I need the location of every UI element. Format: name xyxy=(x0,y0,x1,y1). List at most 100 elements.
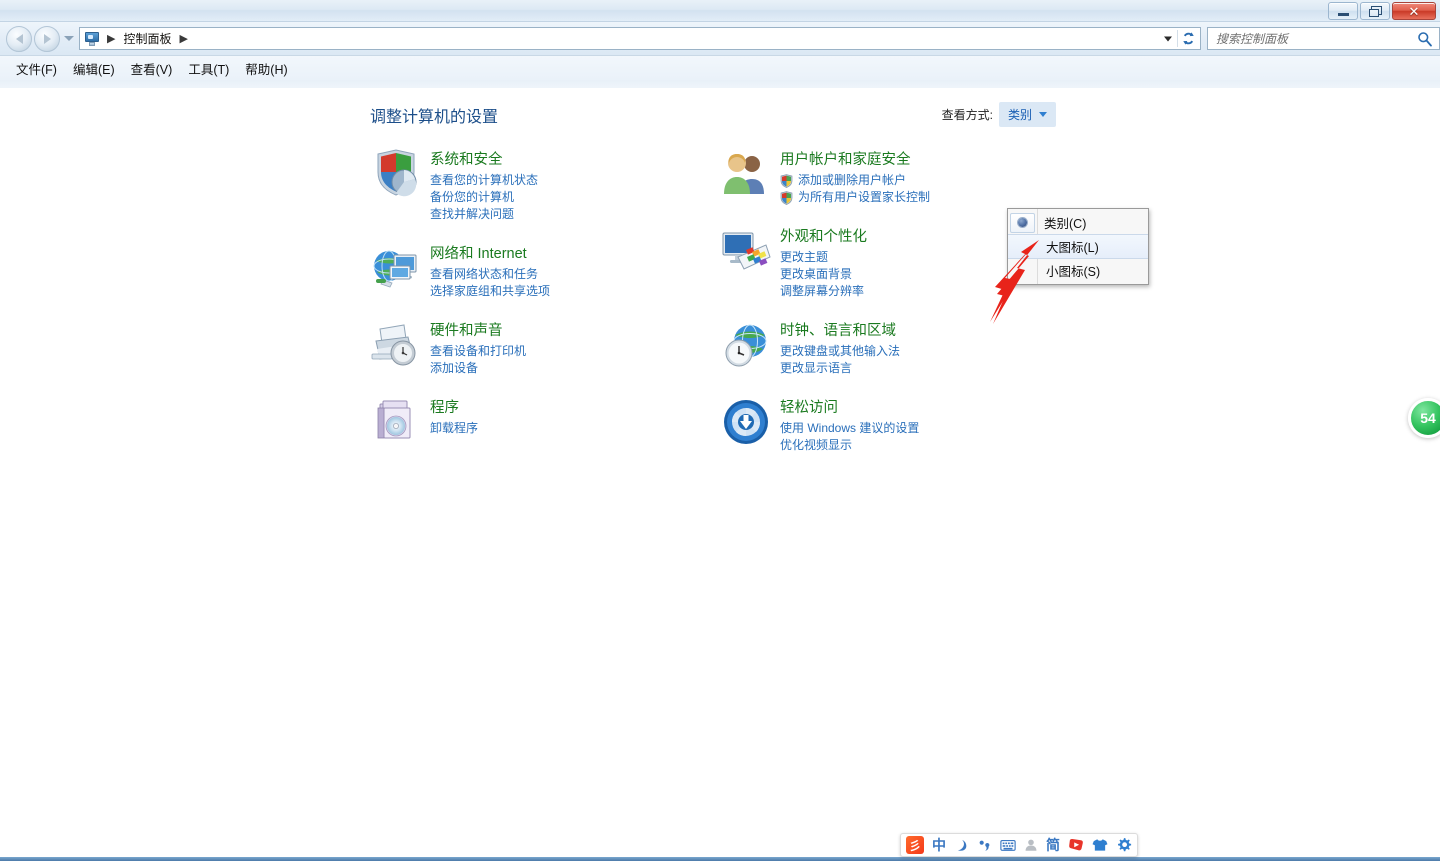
category-clock-language-and-region-link-0[interactable]: 更改键盘或其他输入法 xyxy=(780,343,900,360)
skin-shirt-icon[interactable] xyxy=(1092,835,1108,855)
category-appearance-and-personalization-title[interactable]: 外观和个性化 xyxy=(780,225,867,246)
menu-tools[interactable]: 工具(T) xyxy=(180,57,237,80)
moon-icon[interactable] xyxy=(954,835,969,855)
category-system-and-security-link-0[interactable]: 查看您的计算机状态 xyxy=(430,172,538,189)
category-clock-language-and-region: 时钟、语言和区域更改键盘或其他输入法 更改显示语言 xyxy=(720,317,990,377)
search-box[interactable]: 搜索控制面板 xyxy=(1207,27,1440,50)
category-programs-title[interactable]: 程序 xyxy=(430,396,478,417)
category-appearance-and-personalization-link-2[interactable]: 调整屏幕分辨率 xyxy=(780,283,867,300)
chinese-mode-icon[interactable]: 中 xyxy=(932,835,946,855)
address-input[interactable]: ▶ 控制面板 ▶ xyxy=(79,27,1201,50)
category-user-accounts-and-family-safety-body: 用户帐户和家庭安全 添加或删除用户帐户 为所有用户设置家长控制 xyxy=(780,146,930,206)
taskbar-strip xyxy=(0,857,1440,861)
radio-dot-icon xyxy=(1018,218,1027,227)
category-ease-of-access-link-0[interactable]: 使用 Windows 建议的设置 xyxy=(780,420,919,437)
page-title: 调整计算机的设置 xyxy=(370,109,499,126)
category-user-accounts-and-family-safety-link-text-0: 添加或删除用户帐户 xyxy=(798,173,907,187)
category-ease-of-access-title[interactable]: 轻松访问 xyxy=(780,396,919,417)
menu-icon-slot xyxy=(1008,259,1037,282)
refresh-button[interactable] xyxy=(1178,29,1199,48)
history-dropdown-icon[interactable] xyxy=(64,36,74,41)
sogou-logo-icon[interactable]: 彡 xyxy=(906,835,924,855)
breadcrumb-control-panel[interactable]: 控制面板 xyxy=(121,29,173,48)
category-hardware-and-sound-link-0[interactable]: 查看设备和打印机 xyxy=(430,343,526,360)
search-icon xyxy=(1417,31,1433,52)
monitor-palette-icon xyxy=(720,225,772,277)
ease-of-access-icon xyxy=(720,396,772,448)
category-ease-of-access-link-1[interactable]: 优化视频显示 xyxy=(780,437,919,454)
close-icon: ✕ xyxy=(1408,3,1420,19)
category-clock-language-and-region-link-1[interactable]: 更改显示语言 xyxy=(780,360,900,377)
address-dropdown-icon[interactable] xyxy=(1164,36,1172,41)
view-option-category[interactable]: 类别(C) xyxy=(1008,211,1148,234)
category-system-and-security-body: 系统和安全查看您的计算机状态 备份您的计算机 查找并解决问题 xyxy=(430,146,538,223)
category-programs-link-text-0: 卸载程序 xyxy=(430,421,479,435)
category-ease-of-access: 轻松访问使用 Windows 建议的设置 优化视频显示 xyxy=(720,394,990,454)
category-hardware-and-sound-link-text-0: 查看设备和打印机 xyxy=(430,344,527,358)
search-input[interactable]: 搜索控制面板 xyxy=(1216,30,1288,47)
category-system-and-security-link-2[interactable]: 查找并解决问题 xyxy=(430,206,538,223)
minimize-button[interactable] xyxy=(1328,2,1358,20)
globe-clock-icon xyxy=(720,319,772,371)
menu-help[interactable]: 帮助(H) xyxy=(237,57,295,80)
ime-toolbar[interactable]: 彡中 简 xyxy=(900,833,1138,857)
video-icon[interactable] xyxy=(1068,835,1084,855)
category-user-accounts-and-family-safety-link-0[interactable]: 添加或删除用户帐户 xyxy=(780,172,930,189)
globe-monitor-icon xyxy=(370,242,422,294)
shield-pie-icon xyxy=(370,148,422,200)
category-hardware-and-sound: 硬件和声音查看设备和打印机 添加设备 xyxy=(370,317,670,377)
category-network-and-internet-link-0[interactable]: 查看网络状态和任务 xyxy=(430,266,550,283)
category-user-accounts-and-family-safety-link-1[interactable]: 为所有用户设置家长控制 xyxy=(780,189,930,206)
refresh-icon xyxy=(1183,32,1194,45)
soft-keyboard-icon[interactable] xyxy=(1000,835,1016,855)
category-system-and-security-link-1[interactable]: 备份您的计算机 xyxy=(430,189,538,206)
category-appearance-and-personalization-link-1[interactable]: 更改桌面背景 xyxy=(780,266,867,283)
control-panel-icon xyxy=(84,31,101,47)
restore-button[interactable] xyxy=(1360,2,1390,20)
category-user-accounts-and-family-safety-link-text-1: 为所有用户设置家长控制 xyxy=(798,190,931,204)
category-clock-language-and-region-title[interactable]: 时钟、语言和区域 xyxy=(780,319,900,340)
category-ease-of-access-link-text-1: 优化视频显示 xyxy=(780,438,853,452)
menu-icon-slot xyxy=(1008,235,1037,258)
menu-view[interactable]: 查看(V) xyxy=(123,57,181,80)
user-icon[interactable] xyxy=(1024,835,1038,855)
simplified-mode-icon[interactable]: 简 xyxy=(1046,835,1060,855)
view-option-small-icons[interactable]: 小图标(S) xyxy=(1008,259,1148,282)
category-network-and-internet-link-text-1: 选择家庭组和共享选项 xyxy=(430,284,551,298)
category-appearance-and-personalization: 外观和个性化更改主题 更改桌面背景 调整屏幕分辨率 xyxy=(720,223,990,300)
category-network-and-internet-link-1[interactable]: 选择家庭组和共享选项 xyxy=(430,283,550,300)
category-clock-language-and-region-link-text-1: 更改显示语言 xyxy=(780,361,853,375)
menu-edit[interactable]: 编辑(E) xyxy=(65,57,123,80)
green-count-badge[interactable]: 54 xyxy=(1408,398,1440,438)
close-button[interactable]: ✕ xyxy=(1392,2,1436,20)
category-hardware-and-sound-title[interactable]: 硬件和声音 xyxy=(430,319,526,340)
breadcrumb-separator-1[interactable]: ▶ xyxy=(179,32,187,45)
category-system-and-security-title[interactable]: 系统和安全 xyxy=(430,148,538,169)
radio-selected-icon xyxy=(1010,212,1035,233)
menu-bar: 文件(F) 编辑(E) 查看(V) 工具(T) 帮助(H) xyxy=(0,56,1440,80)
settings-gear-icon[interactable] xyxy=(1116,835,1132,855)
view-by-label: 查看方式: xyxy=(941,108,993,122)
view-option-category-label: 类别(C) xyxy=(1044,217,1087,231)
category-hardware-and-sound-body: 硬件和声音查看设备和打印机 添加设备 xyxy=(430,317,526,377)
main-content: 调整计算机的设置 查看方式: 类别 系统和安全查看您的计算机状态 备份您的计算机查… xyxy=(0,88,1440,861)
category-appearance-and-personalization-link-text-1: 更改桌面背景 xyxy=(780,267,853,281)
minimize-icon xyxy=(1337,13,1349,16)
menu-file[interactable]: 文件(F) xyxy=(8,57,65,80)
back-button[interactable] xyxy=(6,25,32,52)
category-column-left: 系统和安全查看您的计算机状态 备份您的计算机 查找并解决问题 网络和 Interne… xyxy=(370,146,670,465)
category-hardware-and-sound-link-1[interactable]: 添加设备 xyxy=(430,360,526,377)
address-bar-row: ▶ 控制面板 ▶ 搜索控制面板 xyxy=(0,22,1440,56)
category-network-and-internet-link-text-0: 查看网络状态和任务 xyxy=(430,267,539,281)
category-user-accounts-and-family-safety-title[interactable]: 用户帐户和家庭安全 xyxy=(780,148,930,169)
category-network-and-internet-title[interactable]: 网络和 Internet xyxy=(430,242,550,263)
category-appearance-and-personalization-link-0[interactable]: 更改主题 xyxy=(780,249,867,266)
view-option-large-icons[interactable]: 大图标(L) xyxy=(1008,234,1148,259)
view-by-dropdown-menu[interactable]: 类别(C) 大图标(L) 小图标(S) xyxy=(1007,208,1149,285)
view-by-dropdown-button[interactable]: 类别 xyxy=(998,102,1056,127)
punctuation-icon[interactable] xyxy=(977,835,992,855)
category-programs-link-0[interactable]: 卸载程序 xyxy=(430,420,478,437)
forward-button[interactable] xyxy=(34,25,60,52)
view-by-value: 类别 xyxy=(1007,108,1032,122)
category-system-and-security-link-text-2: 查找并解决问题 xyxy=(430,207,515,221)
